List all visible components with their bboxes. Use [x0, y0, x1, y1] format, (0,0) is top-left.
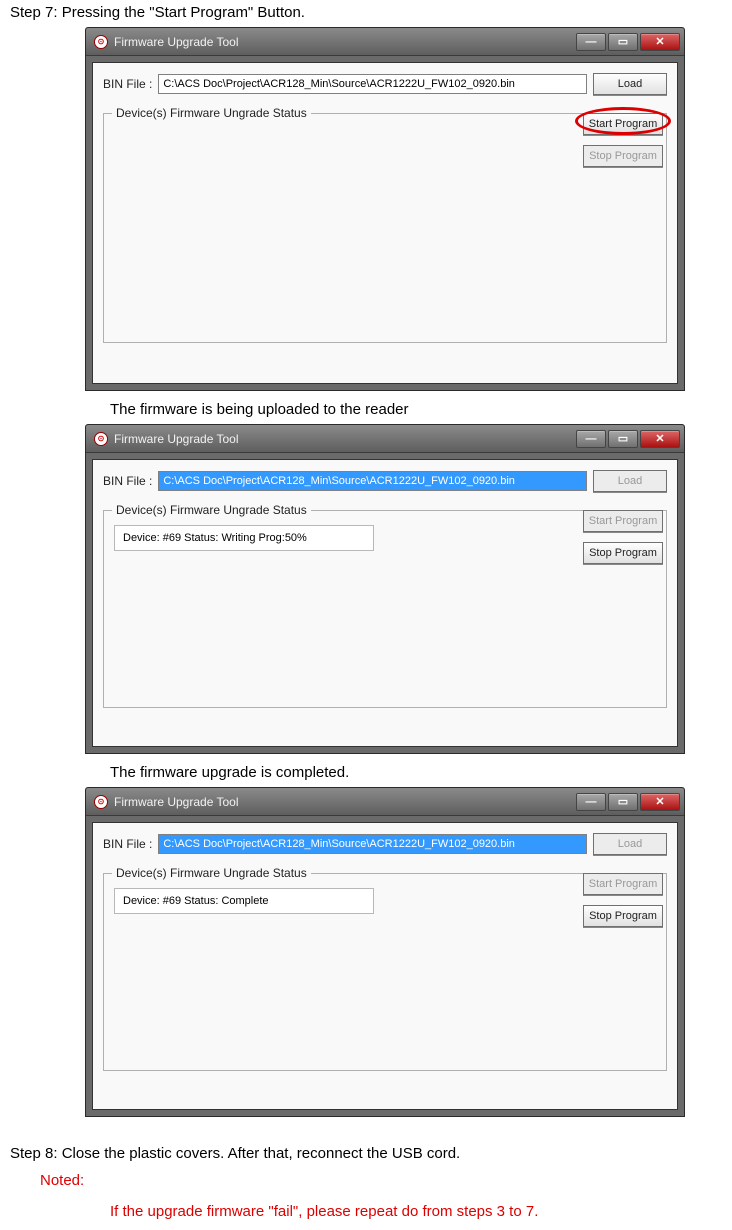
load-button[interactable]: Load — [593, 73, 667, 95]
start-program-button: Start Program — [583, 510, 663, 532]
close-button[interactable]: ✕ — [640, 793, 680, 811]
caption-completed: The firmware upgrade is completed. — [110, 764, 722, 781]
titlebar: ⊙ Firmware Upgrade Tool — ▭ ✕ — [86, 28, 684, 56]
maximize-button[interactable]: ▭ — [608, 33, 638, 51]
app-icon: ⊙ — [94, 35, 108, 49]
minimize-button[interactable]: — — [576, 33, 606, 51]
stop-program-button[interactable]: Stop Program — [583, 905, 663, 927]
bin-file-input[interactable] — [158, 471, 587, 491]
device-status-text: Device: #69 Status: Complete — [114, 888, 374, 914]
bin-file-label: BIN File : — [103, 474, 152, 488]
start-program-button: Start Program — [583, 873, 663, 895]
maximize-button[interactable]: ▭ — [608, 430, 638, 448]
app-icon: ⊙ — [94, 432, 108, 446]
device-status-text: Device: #69 Status: Writing Prog:50% — [114, 525, 374, 551]
caption-uploading: The firmware is being uploaded to the re… — [110, 401, 722, 418]
minimize-button[interactable]: — — [576, 793, 606, 811]
bin-file-input[interactable] — [158, 834, 587, 854]
bin-file-input[interactable] — [158, 74, 587, 94]
load-button: Load — [593, 470, 667, 492]
noted-body: If the upgrade firmware "fail", please r… — [110, 1203, 722, 1220]
close-button[interactable]: ✕ — [640, 33, 680, 51]
minimize-button[interactable]: — — [576, 430, 606, 448]
window-title: Firmware Upgrade Tool — [114, 795, 239, 809]
maximize-button[interactable]: ▭ — [608, 793, 638, 811]
firmware-tool-window-3: ⊙ Firmware Upgrade Tool — ▭ ✕ BIN File :… — [85, 787, 685, 1117]
step7-heading: Step 7: Pressing the "Start Program" But… — [10, 4, 722, 21]
close-button[interactable]: ✕ — [640, 430, 680, 448]
firmware-tool-window-1: ⊙ Firmware Upgrade Tool — ▭ ✕ BIN File :… — [85, 27, 685, 391]
groupbox-title: Device(s) Firmware Ungrade Status — [112, 106, 311, 120]
step8-heading: Step 8: Close the plastic covers. After … — [10, 1145, 722, 1162]
titlebar: ⊙ Firmware Upgrade Tool — ▭ ✕ — [86, 425, 684, 453]
load-button: Load — [593, 833, 667, 855]
noted-label: Noted: — [40, 1172, 722, 1189]
window-title: Firmware Upgrade Tool — [114, 432, 239, 446]
groupbox-title: Device(s) Firmware Ungrade Status — [112, 503, 311, 517]
stop-program-button[interactable]: Stop Program — [583, 542, 663, 564]
groupbox-title: Device(s) Firmware Ungrade Status — [112, 866, 311, 880]
start-program-button[interactable]: Start Program — [583, 113, 663, 135]
bin-file-label: BIN File : — [103, 77, 152, 91]
stop-program-button: Stop Program — [583, 145, 663, 167]
titlebar: ⊙ Firmware Upgrade Tool — ▭ ✕ — [86, 788, 684, 816]
window-title: Firmware Upgrade Tool — [114, 35, 239, 49]
app-icon: ⊙ — [94, 795, 108, 809]
bin-file-label: BIN File : — [103, 837, 152, 851]
firmware-tool-window-2: ⊙ Firmware Upgrade Tool — ▭ ✕ BIN File :… — [85, 424, 685, 754]
